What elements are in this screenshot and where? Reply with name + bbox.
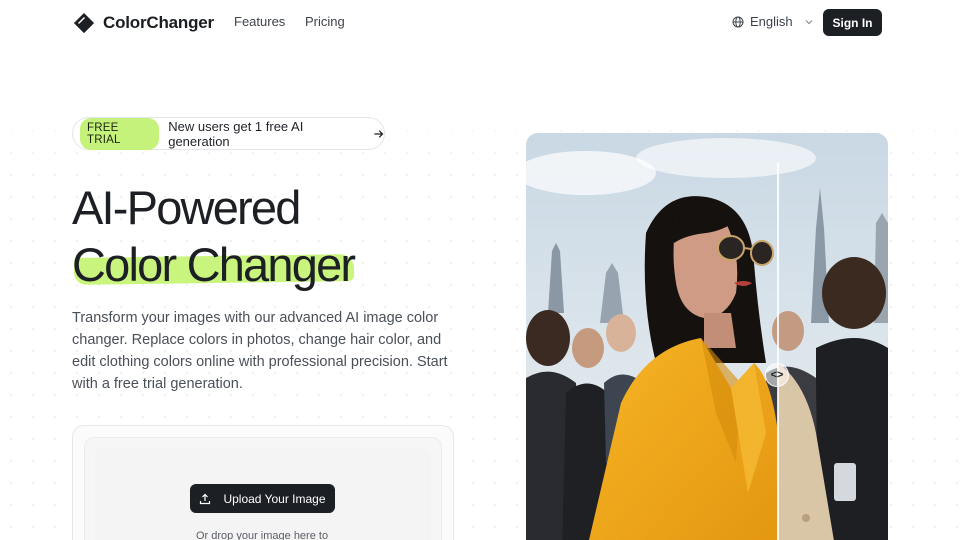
nav-link-pricing[interactable]: Pricing (305, 14, 345, 29)
chevron-down-icon (805, 19, 813, 24)
sign-in-button[interactable]: Sign In (823, 9, 882, 36)
upload-icon (200, 493, 211, 504)
language-label: English (750, 14, 793, 29)
brand-name: ColorChanger (103, 13, 214, 32)
drop-image-text: Or drop your image here to (196, 530, 329, 540)
hero-description: Transform your images with our advanced … (72, 310, 448, 392)
top-navigation: ColorChanger Features Pricing English Si… (0, 0, 960, 44)
language-selector[interactable]: English (732, 14, 815, 29)
page-title-line2: Color Changer (72, 238, 356, 291)
before-after-image[interactable] (526, 133, 888, 540)
page-title-line1: AI-Powered (72, 181, 301, 234)
upload-button-label: Upload Your Image (223, 491, 326, 506)
compare-handle-icon[interactable]: <> (765, 363, 789, 387)
free-trial-badge: FREE TRIAL (80, 117, 160, 150)
brand-logo[interactable]: ColorChanger (72, 11, 214, 35)
logo-icon (74, 13, 94, 33)
upload-image-button[interactable]: Upload Your Image (190, 484, 335, 513)
upload-card (72, 425, 454, 540)
arrow-right-icon (373, 129, 383, 138)
hero-photo (526, 133, 888, 540)
free-trial-text: New users get 1 free AI generation (168, 118, 304, 149)
globe-icon (732, 16, 744, 27)
nav-link-features[interactable]: Features (234, 14, 285, 29)
free-trial-banner[interactable]: FREE TRIAL New users get 1 free AI gener… (72, 117, 385, 150)
